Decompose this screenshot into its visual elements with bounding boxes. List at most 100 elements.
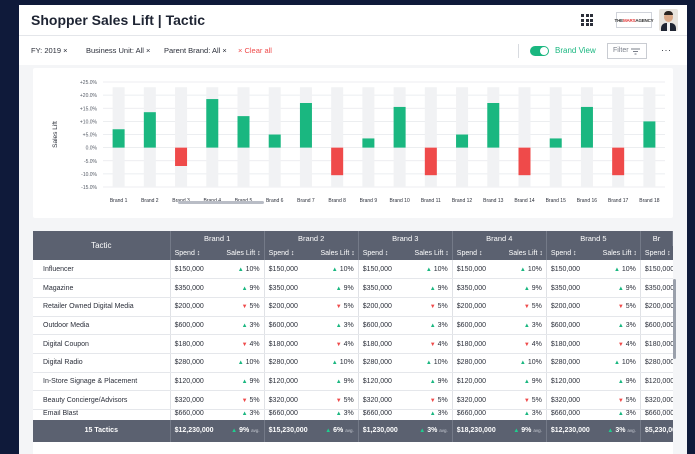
spend-sort-header[interactable]: Spend ↕ (358, 246, 406, 260)
trend-up-icon: ▲ (617, 322, 624, 329)
sales-lift-sort-header[interactable]: Sales Lift ↕ (405, 246, 453, 260)
table-row[interactable]: Digital Radio $280,000 ▲ 10% $280,000 ▲ 10% $… (33, 353, 673, 373)
bar (206, 99, 219, 148)
table-row[interactable]: Magazine $350,000 ▲ 9% $350,000 ▲ 9% $350,000… (33, 278, 673, 298)
trend-up-icon: ▲ (241, 322, 248, 329)
clear-all-link[interactable]: × Clear all (238, 46, 272, 55)
spend-sort-header[interactable]: Spend ↕ (264, 246, 312, 260)
table-row[interactable]: Email Blast $660,000 ▲ 3% $660,000 ▲ 3% $660,… (33, 409, 673, 420)
spend-cell: $600,000 (170, 316, 218, 336)
trend-down-icon: ▼ (429, 341, 436, 348)
trend-up-icon: ▲ (335, 322, 342, 329)
sales-lift-cell: ▼ 4% (593, 334, 641, 354)
trend-up-icon: ▲ (519, 266, 526, 273)
sales-lift-cell: ▲ 9% (405, 372, 453, 392)
average-lift-cell: ▲ 6% avg. (311, 419, 359, 442)
sales-lift-sort-header[interactable]: Sales Lift ↕ (311, 246, 359, 260)
average-label: avg. (345, 428, 354, 433)
spend-cell: $350,000 (170, 278, 218, 298)
bar (299, 103, 312, 148)
sales-lift-cell: ▼ 4% (405, 334, 453, 354)
sales-lift-sort-header[interactable]: Sales Lift ↕ (217, 246, 265, 260)
trend-up-icon: ▲ (237, 360, 244, 367)
table-row[interactable]: In-Store Signage & Placement $120,000 ▲ 9%… (33, 372, 673, 392)
table-row[interactable]: Digital Coupon $180,000 ▼ 4% $180,000 ▼ 4% $1… (33, 334, 673, 354)
trend-down-icon: ▼ (523, 397, 530, 404)
brand-1-header: Brand 1 (170, 231, 265, 246)
bar (362, 138, 375, 148)
tactic-table: Tactic Brand 1 Brand 2 Brand 3 Brand 4 B… (33, 231, 673, 442)
trend-down-icon: ▼ (429, 304, 436, 311)
average-label: avg. (627, 428, 636, 433)
tactic-count: 15 Tactics (33, 419, 171, 442)
filter-divider (518, 44, 519, 58)
spend-cell: $660,000 (174, 410, 204, 417)
more-options-icon[interactable]: ··· (661, 45, 672, 55)
filter-lines-icon (631, 48, 640, 55)
filter-chip-business-unit[interactable]: Business Unit: All × (86, 46, 150, 55)
sales-lift-cell: ▲ 10% (593, 353, 641, 373)
trend-up-icon: ▲ (425, 266, 432, 273)
table-row[interactable]: Influencer $150,000 ▲ 10% $150,000 ▲ 10% $150… (33, 260, 673, 280)
y-tick-label: +25.0% (80, 80, 98, 86)
total-spend-cell: $12,230,000 (170, 419, 218, 442)
total-spend-cell: $12,230,000 (546, 419, 594, 442)
sales-lift-sort-header[interactable]: Sales Lift ↕ (593, 246, 641, 260)
x-tick-label: Brand 11 (421, 198, 441, 204)
average-lift-cell: ▲ 3% avg. (405, 419, 453, 442)
apps-grid-icon[interactable] (581, 14, 593, 26)
spend-sort-header[interactable]: Spend ↕ (640, 246, 673, 260)
y-axis-label: Sales Lift (52, 121, 59, 148)
spend-cell: $320,000 (170, 390, 218, 410)
trend-down-icon: ▼ (429, 397, 436, 404)
agency-logo: THE MARS AGENCY (615, 12, 654, 28)
filter-bar: FY: 2019 × Business Unit: All × Parent B… (19, 35, 687, 65)
spend-cell: $600,000 (640, 316, 673, 336)
sales-lift-cell: ▼ 5% (217, 297, 265, 317)
table-row[interactable]: Outdoor Media $600,000 ▲ 3% $600,000 ▲ 3% $60… (33, 316, 673, 336)
sales-lift-cell: ▲ 10% (217, 353, 265, 373)
app-frame: Shopper Sales Lift | Tactic THE MARS AGENC… (19, 5, 687, 454)
sales-lift-chart: +25.0% +20.0% +15.0% +10.0% +5.0% 0.0% -5.0% -1… (33, 68, 673, 218)
spend-cell: $280,000 (170, 353, 218, 373)
bar (643, 121, 656, 148)
tactic-name: Retailer Owned Digital Media (33, 297, 171, 317)
table-row[interactable]: Retailer Owned Digital Media $200,000 ▼ 5%… (33, 297, 673, 317)
sales-lift-sort-header[interactable]: Sales Lift ↕ (499, 246, 547, 260)
filter-chip-fy[interactable]: FY: 2019 × (31, 46, 68, 55)
spend-sort-header[interactable]: Spend ↕ (452, 246, 500, 260)
bar-background (175, 87, 188, 187)
trend-up-icon: ▲ (429, 322, 436, 329)
y-tick-label: +20.0% (80, 93, 98, 99)
sales-lift-cell: ▼ 5% (499, 297, 547, 317)
tactic-name: Digital Radio (33, 353, 171, 373)
spend-cell: $200,000 (452, 297, 500, 317)
filter-button[interactable]: Filter (607, 43, 647, 59)
brand-6-header: Br (640, 231, 673, 246)
sales-lift-cell: ▲ 9% (217, 278, 265, 298)
sales-lift-cell: ▼ 5% (593, 390, 641, 410)
tactic-column-header: Tactic (33, 231, 171, 260)
horizontal-scrollbar[interactable] (178, 201, 264, 204)
brand-view-toggle[interactable] (530, 46, 549, 56)
spend-cell: $180,000 (264, 334, 312, 354)
sales-lift-cell: ▼ 5% (311, 297, 359, 317)
trend-up-icon: ▲ (523, 322, 530, 329)
filter-chip-parent-brand[interactable]: Parent Brand: All × (164, 46, 227, 55)
sales-lift-cell: ▲ 10% (405, 260, 453, 280)
trend-down-icon: ▼ (617, 304, 624, 311)
y-tick-label: -15.0% (81, 185, 97, 191)
spend-sort-header[interactable]: Spend ↕ (546, 246, 594, 260)
spend-cell: $600,000 (546, 316, 594, 336)
x-tick-label: Brand 13 (483, 198, 504, 204)
vertical-scrollbar[interactable] (673, 279, 676, 359)
trend-up-icon: ▲ (513, 428, 520, 434)
sales-lift-cell: ▲ 3% (217, 409, 265, 420)
spend-cell: $660,000 (644, 410, 673, 417)
user-avatar[interactable] (659, 9, 678, 31)
x-tick-label: Brand 12 (452, 198, 473, 204)
bar (237, 116, 250, 148)
spend-cell: $200,000 (640, 297, 673, 317)
spend-sort-header[interactable]: Spend ↕ (170, 246, 218, 260)
table-row[interactable]: Beauty Concierge/Advisors $320,000 ▼ 5% $32… (33, 390, 673, 410)
